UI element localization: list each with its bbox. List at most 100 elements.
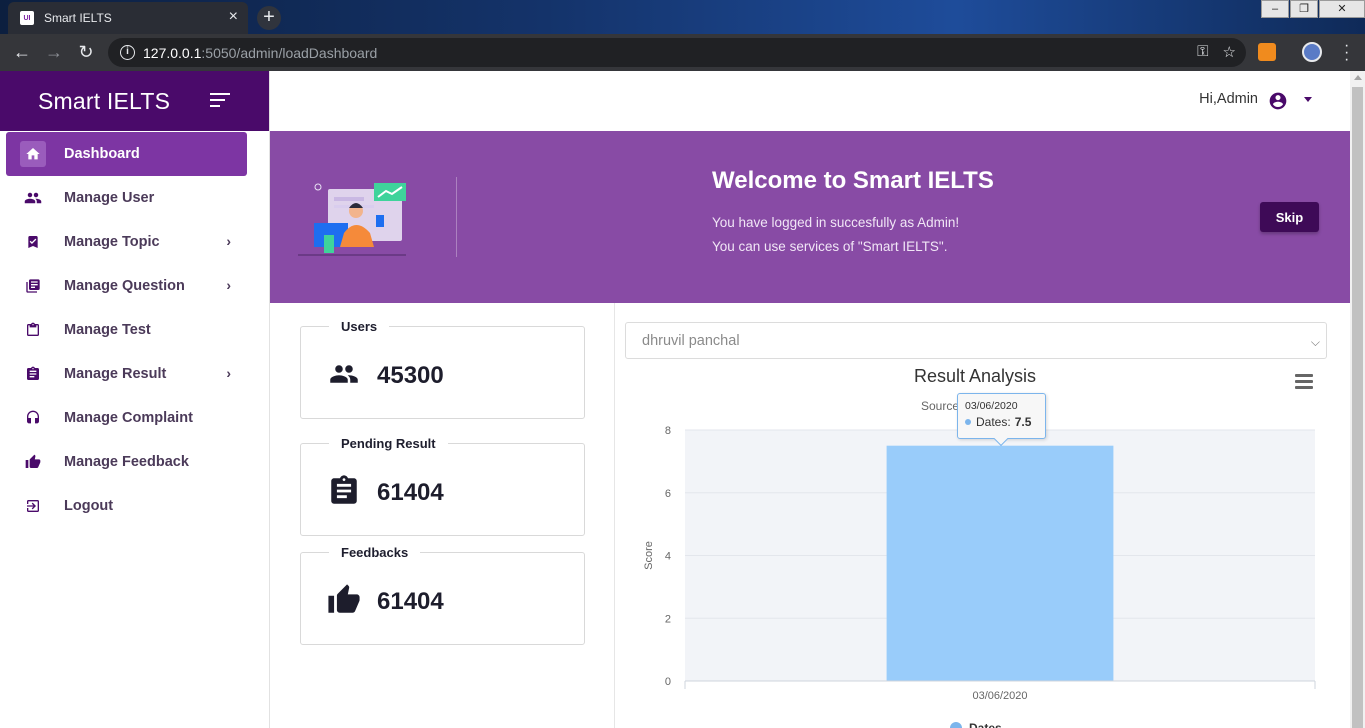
x-tick-label: 03/06/2020 bbox=[972, 690, 1027, 702]
page-scrollbar[interactable] bbox=[1350, 71, 1365, 728]
sidebar-item-label: Logout bbox=[64, 498, 114, 514]
account-circle-icon[interactable] bbox=[1268, 91, 1288, 116]
welcome-line-1: You have logged in succesfully as Admin! bbox=[712, 215, 960, 230]
sidebar-item-logout[interactable]: Logout bbox=[0, 484, 269, 528]
new-tab-button[interactable]: + bbox=[257, 6, 281, 30]
thumbs-up-icon bbox=[327, 584, 361, 622]
sidebar-item-label: Dashboard bbox=[64, 146, 140, 162]
result-chart: Result Analysis Source 0 2 4 6 8 Score 03/06/2… bbox=[625, 360, 1325, 728]
url-host: 127.0.0.1 bbox=[143, 44, 202, 61]
window-controls: – ❐ ✕ bbox=[1260, 0, 1365, 18]
stat-value: 45300 bbox=[377, 362, 444, 389]
restore-window-button[interactable]: ❐ bbox=[1290, 0, 1318, 18]
banner-divider bbox=[456, 177, 457, 257]
sidebar-item-manage-user[interactable]: Manage User bbox=[0, 176, 269, 220]
extension-icon[interactable] bbox=[1258, 43, 1276, 61]
thumbs-up-icon bbox=[22, 451, 44, 473]
chart-tooltip: 03/06/2020 Dates: 7.5 bbox=[957, 393, 1046, 447]
close-tab-icon[interactable]: × bbox=[229, 9, 238, 25]
address-bar[interactable]: i 127.0.0.1:5050/admin/loadDashboard ⚿ ☆ bbox=[108, 38, 1246, 67]
key-icon[interactable]: ⚿ bbox=[1197, 43, 1208, 61]
content-divider bbox=[614, 303, 615, 728]
caret-down-icon[interactable] bbox=[1304, 97, 1312, 102]
brand-title: Smart IELTS bbox=[38, 87, 171, 114]
star-bookmark-icon[interactable]: ☆ bbox=[1223, 43, 1236, 61]
welcome-illustration bbox=[298, 175, 410, 262]
reload-icon[interactable]: ↻ bbox=[70, 42, 102, 63]
tooltip-series-name: Dates: bbox=[976, 415, 1011, 429]
sidebar-item-label: Manage Question bbox=[64, 278, 185, 294]
scroll-up-arrow-icon[interactable] bbox=[1354, 75, 1362, 80]
y-tick-label: 0 bbox=[665, 676, 671, 688]
sidebar-item-manage-result[interactable]: Manage Result › bbox=[0, 352, 269, 396]
stat-card-users: Users 45300 bbox=[300, 319, 585, 419]
stat-label: Users bbox=[329, 319, 390, 334]
stat-value: 61404 bbox=[377, 588, 444, 615]
top-header: Hi,Admin bbox=[270, 71, 1350, 131]
y-axis-label: Score bbox=[643, 541, 655, 570]
y-tick-label: 4 bbox=[665, 551, 671, 563]
minimize-window-button[interactable]: – bbox=[1261, 0, 1289, 18]
stat-card-feedbacks: Feedbacks 61404 bbox=[300, 545, 585, 645]
sidebar-item-label: Manage Feedback bbox=[64, 454, 189, 470]
brand-header: Smart IELTS bbox=[0, 71, 269, 131]
sidebar-item-manage-complaint[interactable]: Manage Complaint bbox=[0, 396, 269, 440]
sidebar-item-manage-test[interactable]: Manage Test bbox=[0, 308, 269, 352]
forward-arrow-icon[interactable]: → bbox=[38, 42, 70, 63]
sidebar: Smart IELTS Dashboard Manage User Manage… bbox=[0, 71, 270, 728]
bookmark-check-icon bbox=[22, 231, 44, 253]
y-tick-label: 6 bbox=[665, 488, 671, 500]
sidebar-item-manage-feedback[interactable]: Manage Feedback bbox=[0, 440, 269, 484]
sidebar-item-label: Manage User bbox=[64, 190, 155, 206]
student-select-value: dhruvil panchal bbox=[642, 332, 740, 349]
welcome-message: You have logged in succesfully as Admin!… bbox=[712, 211, 959, 259]
welcome-line-2: You can use services of "Smart IELTS". bbox=[712, 239, 948, 254]
url-path: :5050/admin/loadDashboard bbox=[201, 44, 378, 61]
site-info-icon[interactable]: i bbox=[120, 45, 135, 60]
student-select[interactable]: dhruvil panchal ⌵ bbox=[625, 322, 1327, 359]
stat-label: Feedbacks bbox=[329, 545, 421, 560]
close-window-button[interactable]: ✕ bbox=[1319, 0, 1365, 18]
browser-toolbar: ← → ↻ i 127.0.0.1:5050/admin/loadDashboa… bbox=[0, 34, 1365, 71]
profile-avatar-icon[interactable] bbox=[1302, 42, 1322, 62]
stat-label: Pending Result bbox=[329, 436, 448, 451]
users-icon bbox=[22, 187, 44, 209]
sidebar-item-label: Manage Test bbox=[64, 322, 151, 338]
sidebar-menu: Dashboard Manage User Manage Topic › Man… bbox=[0, 132, 269, 528]
stat-card-pending-result: Pending Result 61404 bbox=[300, 436, 585, 536]
sidebar-item-manage-question[interactable]: Manage Question › bbox=[0, 264, 269, 308]
legend-marker bbox=[950, 722, 962, 728]
chevron-down-icon: ⌵ bbox=[1310, 335, 1320, 349]
y-tick-label: 2 bbox=[665, 613, 671, 625]
browser-menu-icon[interactable]: · · · bbox=[1344, 38, 1352, 68]
sidebar-item-manage-topic[interactable]: Manage Topic › bbox=[0, 220, 269, 264]
scrollbar-thumb[interactable] bbox=[1352, 87, 1363, 728]
library-books-icon bbox=[22, 275, 44, 297]
back-arrow-icon[interactable]: ← bbox=[6, 42, 38, 63]
logout-icon bbox=[22, 495, 44, 517]
sidebar-item-label: Manage Result bbox=[64, 366, 167, 382]
clipboard-icon bbox=[22, 319, 44, 341]
users-icon bbox=[327, 359, 361, 394]
tab-title: Smart IELTS bbox=[44, 11, 112, 25]
y-tick-label: 8 bbox=[665, 425, 671, 437]
assignment-icon bbox=[327, 475, 361, 513]
welcome-title: Welcome to Smart IELTS bbox=[712, 167, 994, 194]
sidebar-item-label: Manage Complaint bbox=[64, 410, 193, 426]
bar bbox=[886, 445, 1114, 681]
assignment-icon bbox=[22, 363, 44, 385]
browser-tab[interactable]: UI Smart IELTS × bbox=[8, 2, 248, 34]
sidebar-item-label: Manage Topic bbox=[64, 234, 160, 250]
user-greeting[interactable]: Hi,Admin bbox=[1199, 91, 1258, 107]
headset-icon bbox=[22, 407, 44, 429]
tooltip-date: 03/06/2020 bbox=[965, 400, 1018, 412]
stat-value: 61404 bbox=[377, 479, 444, 506]
tooltip-value: 7.5 bbox=[1014, 415, 1032, 429]
chevron-right-icon: › bbox=[226, 365, 231, 381]
skip-button[interactable]: Skip bbox=[1260, 202, 1319, 232]
browser-tab-strip: UI Smart IELTS × + – ❐ ✕ bbox=[0, 0, 1365, 34]
favicon-icon: UI bbox=[20, 11, 34, 25]
menu-toggle-icon[interactable] bbox=[210, 93, 230, 111]
chevron-right-icon: › bbox=[226, 277, 231, 293]
sidebar-item-dashboard[interactable]: Dashboard bbox=[6, 132, 247, 176]
